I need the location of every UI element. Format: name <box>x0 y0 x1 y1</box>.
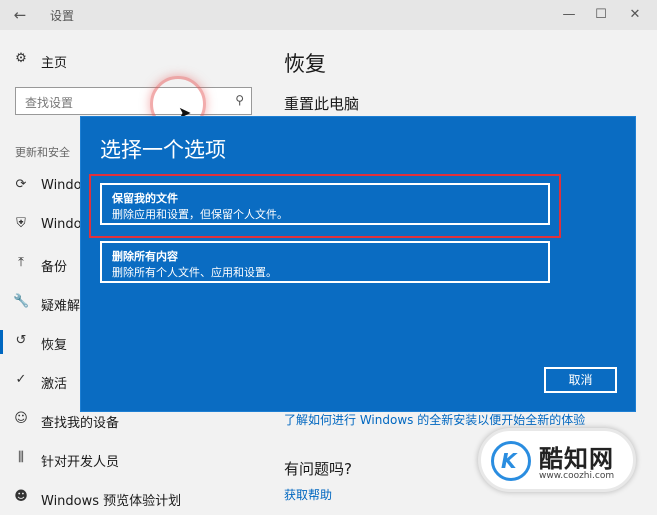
option-title: 保留我的文件 <box>112 192 178 205</box>
sidebar-item-label: Windows 预览体验计划 <box>41 494 182 509</box>
watermark-name: 酷知网 <box>539 445 614 473</box>
upload-icon: ⤒ <box>18 255 24 270</box>
sidebar-item-insider[interactable]: ☻ Windows 预览体验计划 <box>0 481 270 515</box>
sidebar-item-label: 针对开发人员 <box>41 455 120 470</box>
remove-everything-option[interactable]: 删除所有内容 删除所有个人文件、应用和设置。 <box>100 241 550 283</box>
maximize-icon[interactable]: ☐ <box>588 5 614 25</box>
check-circle-icon: ✓ <box>15 372 27 387</box>
option-description: 删除所有个人文件、应用和设置。 <box>112 266 277 279</box>
option-title: 删除所有内容 <box>112 250 178 263</box>
sync-icon: ⟳ <box>15 177 27 192</box>
watermark-logo-icon: K <box>491 441 531 481</box>
sidebar-item-label: 主页 <box>41 56 68 71</box>
watermark-url: www.coozhi.com <box>539 471 615 481</box>
page-title: 恢复 <box>284 52 326 76</box>
close-icon[interactable]: ✕ <box>622 5 648 25</box>
person-icon: ☺ <box>14 411 28 426</box>
search-input[interactable]: 查找设置 ⚲ <box>15 87 252 115</box>
wrench-icon: 🔧 <box>13 294 30 309</box>
sidebar-item-for-developers[interactable]: ⫼ 针对开发人员 <box>0 442 270 476</box>
shield-icon: ⛨ <box>16 216 26 231</box>
sidebar-item-label: 激活 <box>41 377 68 392</box>
search-icon: ⚲ <box>235 93 244 107</box>
cancel-button[interactable]: 取消 <box>544 367 617 393</box>
insider-icon: ☻ <box>14 489 28 504</box>
dialog-title: 选择一个选项 <box>100 138 226 162</box>
get-help-link[interactable]: 获取帮助 <box>284 486 332 503</box>
back-arrow-icon[interactable]: ← <box>10 5 30 25</box>
dev-icon: ⫼ <box>18 450 24 465</box>
option-description: 删除应用和设置，但保留个人文件。 <box>112 208 288 221</box>
sidebar-item-label: 恢复 <box>41 338 68 353</box>
history-icon: ↺ <box>15 333 27 348</box>
reset-heading: 重置此电脑 <box>284 95 360 113</box>
sidebar-item-label: 备份 <box>41 260 68 275</box>
learn-clean-install-link[interactable]: 了解如何进行 Windows 的全新安装以便开始全新的体验 <box>284 411 585 428</box>
sidebar-item-label: 查找我的设备 <box>41 416 120 431</box>
section-label: 更新和安全 <box>15 146 70 159</box>
keep-my-files-option[interactable]: 保留我的文件 删除应用和设置，但保留个人文件。 <box>100 183 550 225</box>
sidebar-item-home[interactable]: ⚙ 主页 <box>0 43 270 77</box>
window-title: 设置 <box>50 9 75 23</box>
gear-icon: ⚙ <box>15 51 27 66</box>
question-heading: 有问题吗? <box>284 460 352 478</box>
title-bar: ← 设置 — ☐ ✕ <box>0 0 657 30</box>
minimize-icon[interactable]: — <box>556 5 582 25</box>
search-placeholder: 查找设置 <box>25 96 74 110</box>
watermark: K 酷知网 www.coozhi.com <box>478 428 636 492</box>
choose-option-dialog: 选择一个选项 保留我的文件 删除应用和设置，但保留个人文件。 删除所有内容 删除… <box>80 116 636 412</box>
